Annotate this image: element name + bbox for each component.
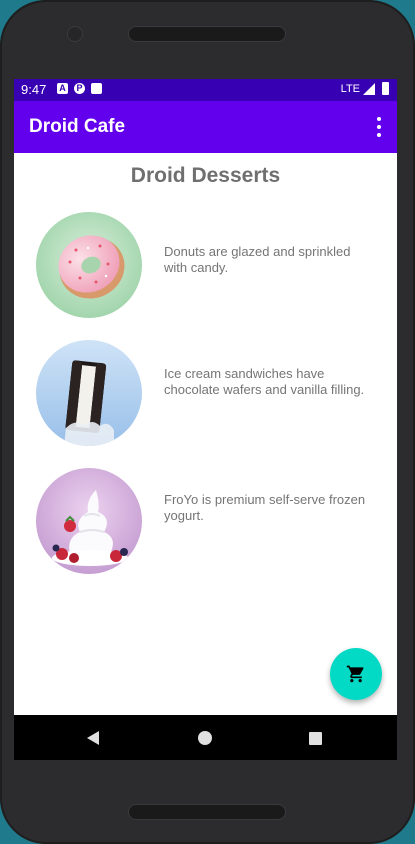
battery-icon xyxy=(382,82,389,95)
top-speaker xyxy=(128,26,286,42)
notification-a-icon: A xyxy=(57,83,68,94)
network-type: LTE xyxy=(340,82,360,95)
shopping-cart-button[interactable] xyxy=(330,648,382,700)
phone-frame: 9:47 A P LTE Droid Cafe Droid Desserts D… xyxy=(0,0,415,844)
app-bar: Droid Cafe xyxy=(14,101,397,153)
dessert-description: Donuts are glazed and sprinkled with can… xyxy=(164,244,351,275)
signal-icon xyxy=(363,82,375,95)
notification-icons: A P xyxy=(57,83,102,94)
dessert-description: Ice cream sandwiches have chocolate wafe… xyxy=(164,366,365,397)
dessert-row-froyo: FroYo is premium self-serve frozen yogur… xyxy=(36,468,386,574)
dessert-description: FroYo is premium self-serve frozen yogur… xyxy=(164,492,366,523)
bottom-speaker xyxy=(128,804,286,820)
front-camera xyxy=(67,26,83,42)
sd-card-icon xyxy=(91,83,102,94)
status-time: 9:47 xyxy=(21,82,47,97)
home-icon[interactable] xyxy=(198,731,212,745)
navigation-bar xyxy=(14,715,397,760)
status-indicators: LTE xyxy=(341,82,389,95)
ice-cream-sandwich-image[interactable] xyxy=(36,340,142,446)
app-title: Droid Cafe xyxy=(29,116,126,137)
froyo-image[interactable] xyxy=(36,468,142,574)
overflow-menu-icon[interactable] xyxy=(375,117,383,137)
notification-p-icon: P xyxy=(74,83,85,94)
dessert-row-ice-cream-sandwich: Ice cream sandwiches have chocolate wafe… xyxy=(36,340,386,446)
shopping-cart-icon xyxy=(346,665,364,683)
back-icon[interactable] xyxy=(87,731,99,745)
page-title: Droid Desserts xyxy=(130,164,281,187)
dessert-row-donut: Donuts are glazed and sprinkled with can… xyxy=(36,212,386,318)
status-bar: 9:47 A P LTE xyxy=(14,79,397,101)
screen: 9:47 A P LTE Droid Cafe Droid Desserts D… xyxy=(14,79,397,760)
donut-image[interactable] xyxy=(36,212,142,318)
recents-icon[interactable] xyxy=(309,732,322,745)
